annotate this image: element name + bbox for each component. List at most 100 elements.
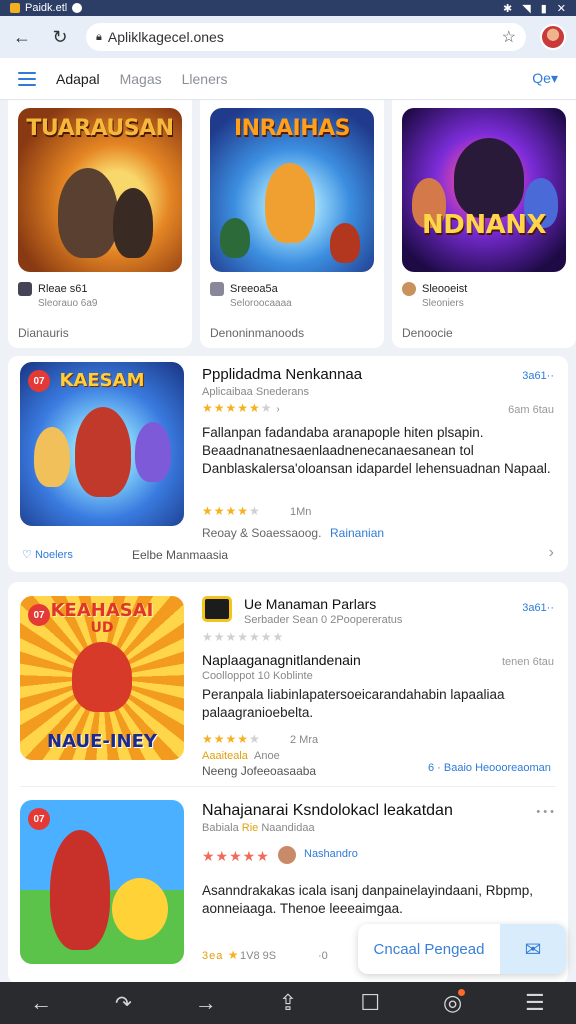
app-title[interactable]: Nahajanarai Ksndolokacl leakatdan <box>202 802 453 820</box>
rating-stars: ★★★★★ <box>202 848 270 864</box>
tabs-icon[interactable]: ☐ <box>352 985 388 1021</box>
featured-row: TUARAUSAN Rleae s61 Sleorauo 6a9 Dianaur… <box>8 100 576 348</box>
featured-card[interactable]: TUARAUSAN Rleae s61 Sleorauo 6a9 Dianaur… <box>8 100 192 348</box>
thumbnail-subtitle: UD <box>90 620 114 636</box>
divider <box>20 786 556 787</box>
tag-gold: Aaaiteala <box>202 750 248 762</box>
tag-label: Noelers <box>34 549 73 561</box>
app-title[interactable]: Ppplidadma Nenkannaa <box>202 366 362 383</box>
app-subtitle-b: Naandidaa <box>261 822 315 834</box>
app-distance: tenen 6tau <box>502 656 554 668</box>
menu-icon[interactable] <box>18 71 36 86</box>
forward-icon[interactable]: ↷ <box>105 985 141 1021</box>
browser-toolbar: ← ↻ 🔒︎ ☆ <box>0 16 576 58</box>
app-price: 3a61·· <box>522 370 554 382</box>
app-subtitle: Aplicaibaa Snederans <box>202 386 310 398</box>
featured-meta: Sleooeist <box>402 282 566 296</box>
notifications-icon[interactable]: ◎ <box>435 985 471 1021</box>
bluetooth-icon: ✱ <box>503 2 513 15</box>
url-input[interactable] <box>107 29 496 45</box>
rating-count: 2 Mra <box>290 734 319 746</box>
back-icon[interactable]: ← <box>23 985 59 1021</box>
game-icon <box>402 282 416 296</box>
url-field[interactable]: 🔒︎ ☆ <box>86 23 526 51</box>
rating-count: 1Mn <box>290 506 312 518</box>
app-subtitle-hl: Rie <box>241 822 259 834</box>
footer-text: Eelbe Manmaasia <box>132 548 229 562</box>
featured-art: INRAIHAS <box>210 108 374 272</box>
thumbnail-bottom-title: NAUE-INEY <box>47 731 157 752</box>
featured-card[interactable]: NDNANX Sleooeist Sleoniers Denoocie <box>392 100 576 348</box>
chevron-right-icon[interactable]: › <box>549 544 554 562</box>
app-subtitle: Babiala Rie Naandidaa <box>202 822 315 834</box>
character-figure <box>265 163 315 243</box>
thumbnail-title: KAESAM <box>59 370 145 391</box>
next-icon[interactable]: → <box>188 985 224 1021</box>
battery-icon: ▮ <box>540 2 547 15</box>
app-thumbnail[interactable]: 07 <box>20 800 184 964</box>
tab-adapal[interactable]: Adapal <box>56 71 100 87</box>
app-nav: Adapal Magas Lleners Qe▾ <box>0 58 576 100</box>
app-meta: Reoay & Soaessaoog. <box>202 526 322 540</box>
character-figure <box>220 218 250 258</box>
status-bar: Paidk.etl ✱ ◥ ▮ ✕ <box>0 0 576 16</box>
app-description: Fallanpan fadandaba aranapople hiten pls… <box>202 425 551 476</box>
chat-label: Cncaal Pengead <box>373 940 485 958</box>
lock-icon: 🔒︎ <box>96 30 102 43</box>
character-figure <box>113 188 153 258</box>
tab-lleners[interactable]: Lleners <box>182 71 228 87</box>
tag-link[interactable]: ♡ Noelers <box>22 548 73 561</box>
featured-art-title: TUARAUSAN <box>26 116 174 141</box>
featured-meta: Sreeoa5a <box>210 282 374 296</box>
featured-art: NDNANX <box>402 108 566 272</box>
character-figure <box>135 422 171 482</box>
rank-badge: 07 <box>28 808 50 830</box>
character-figure <box>58 168 118 258</box>
app-distance: 6am 6tau <box>508 404 554 416</box>
tag-dot: ·0 <box>318 950 328 962</box>
reload-icon[interactable]: ↻ <box>48 25 72 49</box>
featured-sub: Sleoniers <box>422 298 464 309</box>
app-thumbnail[interactable]: 07 KEAHASAI UD NAUE-INEY <box>20 596 184 760</box>
featured-art-title: NDNANX <box>421 210 547 240</box>
close-icon[interactable]: ✕ <box>557 2 566 15</box>
character-figure <box>72 642 132 712</box>
wifi-icon: ◥ <box>522 2 531 15</box>
character-figure <box>34 427 70 487</box>
rating-stars: ★★★★★ <box>202 732 261 746</box>
user-avatar <box>278 846 296 864</box>
tab-magas[interactable]: Magas <box>120 71 162 87</box>
app-listing-card[interactable]: 07 KEAHASAI UD NAUE-INEY Ue Manaman Parl… <box>8 582 568 982</box>
nav-right-link[interactable]: Qe▾ <box>532 70 558 87</box>
avatar[interactable] <box>540 24 566 50</box>
featured-category: Denoninmanoods <box>210 326 305 340</box>
featured-category: Denoocie <box>402 326 453 340</box>
character-figure <box>50 830 110 950</box>
app-meta-link[interactable]: Rainanian <box>330 526 384 540</box>
app-title[interactable]: Naplaaganagnitlandenain <box>202 652 361 668</box>
app-listing-card[interactable]: 07 KAESAM Ppplidadma Nenkannaa 3a61·· Ap… <box>8 356 568 572</box>
more-icon[interactable]: • • • <box>536 806 554 818</box>
menu-icon[interactable]: ☰ <box>517 985 553 1021</box>
back-arrow-icon[interactable]: ← <box>10 25 34 49</box>
featured-sub: Seloroocaaaa <box>230 298 292 309</box>
app-subtitle-a: Babiala <box>202 822 239 834</box>
rating-stars: ★★★★★★ › <box>202 401 281 415</box>
app-meta-link[interactable]: 6 · Baaio Heoooreaoman <box>428 762 551 774</box>
character-figure <box>112 878 168 940</box>
star-icon[interactable]: ☆ <box>502 27 516 47</box>
thumbnail-title: KEAHASAI <box>50 600 154 621</box>
share-icon[interactable]: ⇪ <box>270 985 306 1021</box>
app-subtitle: Coolloppot 10 Koblinte <box>202 670 313 682</box>
character-figure <box>330 223 360 263</box>
chat-icon: ✉ <box>500 924 566 974</box>
featured-card[interactable]: INRAIHAS Sreeoa5a Seloroocaaaa Denoninma… <box>200 100 384 348</box>
app-description: Peranpala liabinlapatersoeicarandahabin … <box>202 687 505 720</box>
rating-stars: ★★★★★★★ <box>202 630 285 644</box>
publisher-title[interactable]: Ue Manaman Parlars <box>244 596 376 612</box>
publisher-icon <box>202 596 232 622</box>
app-thumbnail[interactable]: 07 KAESAM <box>20 362 184 526</box>
chat-button[interactable]: Cncaal Pengead ✉ <box>358 924 566 974</box>
character-figure <box>75 407 131 497</box>
status-app-text: Paidk.etl <box>25 2 68 14</box>
